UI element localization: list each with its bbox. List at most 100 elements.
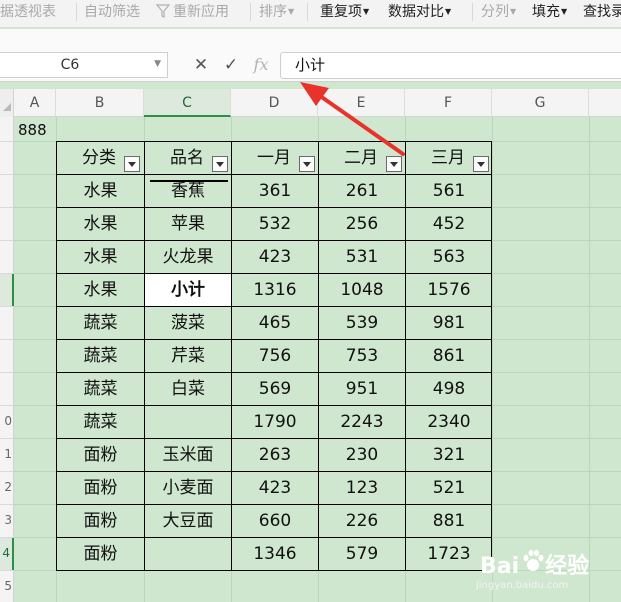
row-header[interactable]: 5 bbox=[0, 570, 14, 602]
table-cell[interactable]: 苹果 bbox=[145, 208, 232, 241]
confirm-icon[interactable]: ✓ bbox=[220, 52, 242, 78]
table-cell[interactable]: 861 bbox=[406, 340, 492, 373]
column-header-g[interactable]: G bbox=[492, 89, 589, 117]
row-header[interactable] bbox=[0, 339, 14, 372]
reapply-button[interactable]: 重新应用 bbox=[155, 0, 229, 24]
table-cell[interactable]: 水果 bbox=[57, 241, 145, 274]
table-cell[interactable]: 561 bbox=[406, 175, 492, 208]
table-cell[interactable]: 玉米面 bbox=[145, 439, 232, 472]
table-cell[interactable]: 蔬菜 bbox=[57, 340, 145, 373]
table-cell[interactable]: 423 bbox=[232, 472, 319, 505]
row-header[interactable] bbox=[0, 141, 14, 174]
table-cell[interactable]: 蔬菜 bbox=[57, 373, 145, 406]
row-header[interactable] bbox=[0, 117, 14, 141]
table-cell[interactable]: 面粉 bbox=[57, 538, 145, 571]
table-cell[interactable]: 面粉 bbox=[57, 472, 145, 505]
table-cell[interactable]: 579 bbox=[319, 538, 406, 571]
name-box[interactable]: C6 ▼ bbox=[0, 52, 168, 78]
column-header-a[interactable]: A bbox=[14, 89, 56, 117]
table-cell[interactable]: 532 bbox=[232, 208, 319, 241]
table-cell[interactable]: 361 bbox=[232, 175, 319, 208]
filter-dropdown-icon[interactable] bbox=[124, 156, 140, 172]
table-cell[interactable]: 263 bbox=[232, 439, 319, 472]
row-header-selected[interactable]: 4 bbox=[0, 537, 14, 570]
table-cell[interactable]: 261 bbox=[319, 175, 406, 208]
row-header[interactable]: 3 bbox=[0, 504, 14, 537]
column-header-b[interactable]: B bbox=[56, 89, 144, 117]
cancel-icon[interactable]: ✕ bbox=[190, 52, 212, 78]
table-cell[interactable]: 水果 bbox=[57, 175, 145, 208]
table-cell[interactable]: 2243 bbox=[319, 406, 406, 439]
table-cell[interactable]: 白菜 bbox=[145, 373, 232, 406]
table-cell[interactable]: 539 bbox=[319, 307, 406, 340]
table-cell[interactable]: 563 bbox=[406, 241, 492, 274]
table-cell[interactable]: 951 bbox=[319, 373, 406, 406]
table-cell[interactable]: 498 bbox=[406, 373, 492, 406]
table-cell[interactable]: 531 bbox=[319, 241, 406, 274]
header-cell-feb[interactable]: 二月 bbox=[319, 142, 406, 175]
table-cell[interactable] bbox=[145, 538, 232, 571]
chevron-down-icon[interactable]: ▼ bbox=[154, 59, 161, 69]
header-cell-jan[interactable]: 一月 bbox=[232, 142, 319, 175]
table-cell[interactable]: 226 bbox=[319, 505, 406, 538]
column-header-c[interactable]: C bbox=[144, 89, 231, 117]
table-cell[interactable]: 面粉 bbox=[57, 505, 145, 538]
table-cell[interactable]: 蔬菜 bbox=[57, 406, 145, 439]
table-cell[interactable]: 火龙果 bbox=[145, 241, 232, 274]
split-column-button[interactable]: 分列▼ bbox=[481, 0, 516, 24]
row-header[interactable]: 1 bbox=[0, 438, 14, 471]
table-cell[interactable]: 芹菜 bbox=[145, 340, 232, 373]
table-cell[interactable] bbox=[145, 406, 232, 439]
table-cell[interactable]: 水果 bbox=[57, 208, 145, 241]
cell-a1[interactable]: 888 bbox=[18, 118, 47, 142]
header-cell-category[interactable]: 分类 bbox=[57, 142, 145, 175]
filter-dropdown-icon[interactable] bbox=[386, 156, 402, 172]
table-cell[interactable]: 521 bbox=[406, 472, 492, 505]
row-header[interactable]: 0 bbox=[0, 405, 14, 438]
table-cell[interactable]: 660 bbox=[232, 505, 319, 538]
table-cell[interactable]: 小麦面 bbox=[145, 472, 232, 505]
insert-function-icon[interactable]: fx bbox=[248, 52, 274, 78]
find-button[interactable]: 查找录 bbox=[583, 0, 621, 24]
filter-dropdown-icon[interactable] bbox=[473, 156, 489, 172]
table-cell[interactable]: 菠菜 bbox=[145, 307, 232, 340]
row-header[interactable] bbox=[0, 174, 14, 207]
table-cell[interactable]: 981 bbox=[406, 307, 492, 340]
column-header-e[interactable]: E bbox=[318, 89, 405, 117]
table-cell[interactable]: 452 bbox=[406, 208, 492, 241]
row-header[interactable] bbox=[0, 240, 14, 273]
row-header[interactable] bbox=[0, 306, 14, 339]
pivot-table-button[interactable]: 据透视表 bbox=[0, 0, 56, 24]
table-cell[interactable]: 256 bbox=[319, 208, 406, 241]
table-cell[interactable]: 465 bbox=[232, 307, 319, 340]
select-all-corner[interactable] bbox=[0, 89, 14, 117]
auto-filter-button[interactable]: 自动筛选 bbox=[84, 0, 140, 24]
table-cell[interactable]: 423 bbox=[232, 241, 319, 274]
table-cell[interactable]: 蔬菜 bbox=[57, 307, 145, 340]
table-cell[interactable]: 753 bbox=[319, 340, 406, 373]
column-header-d[interactable]: D bbox=[231, 89, 318, 117]
table-cell[interactable]: 1576 bbox=[406, 274, 492, 307]
active-cell-subtotal[interactable]: 小计 bbox=[145, 274, 232, 307]
table-cell[interactable]: 1316 bbox=[232, 274, 319, 307]
table-cell[interactable]: 1048 bbox=[319, 274, 406, 307]
header-cell-mar[interactable]: 三月 bbox=[406, 142, 492, 175]
formula-input[interactable]: 小计 bbox=[280, 52, 621, 79]
table-cell[interactable]: 水果 bbox=[57, 274, 145, 307]
table-cell[interactable]: 2340 bbox=[406, 406, 492, 439]
table-cell[interactable]: 321 bbox=[406, 439, 492, 472]
table-cell[interactable]: 面粉 bbox=[57, 439, 145, 472]
table-cell[interactable]: 881 bbox=[406, 505, 492, 538]
table-cell[interactable]: 大豆面 bbox=[145, 505, 232, 538]
duplicates-button[interactable]: 重复项▼ bbox=[320, 0, 369, 24]
sort-button[interactable]: 排序▼ bbox=[259, 0, 294, 24]
fill-button[interactable]: 填充▼ bbox=[532, 0, 567, 24]
data-compare-button[interactable]: 数据对比▼ bbox=[388, 0, 451, 24]
table-cell[interactable]: 569 bbox=[232, 373, 319, 406]
row-header[interactable] bbox=[0, 207, 14, 240]
header-cell-product[interactable]: 品名 bbox=[145, 142, 232, 175]
row-header[interactable]: 2 bbox=[0, 471, 14, 504]
row-header-selected[interactable] bbox=[0, 273, 14, 306]
table-cell[interactable]: 123 bbox=[319, 472, 406, 505]
table-cell[interactable]: 1346 bbox=[232, 538, 319, 571]
